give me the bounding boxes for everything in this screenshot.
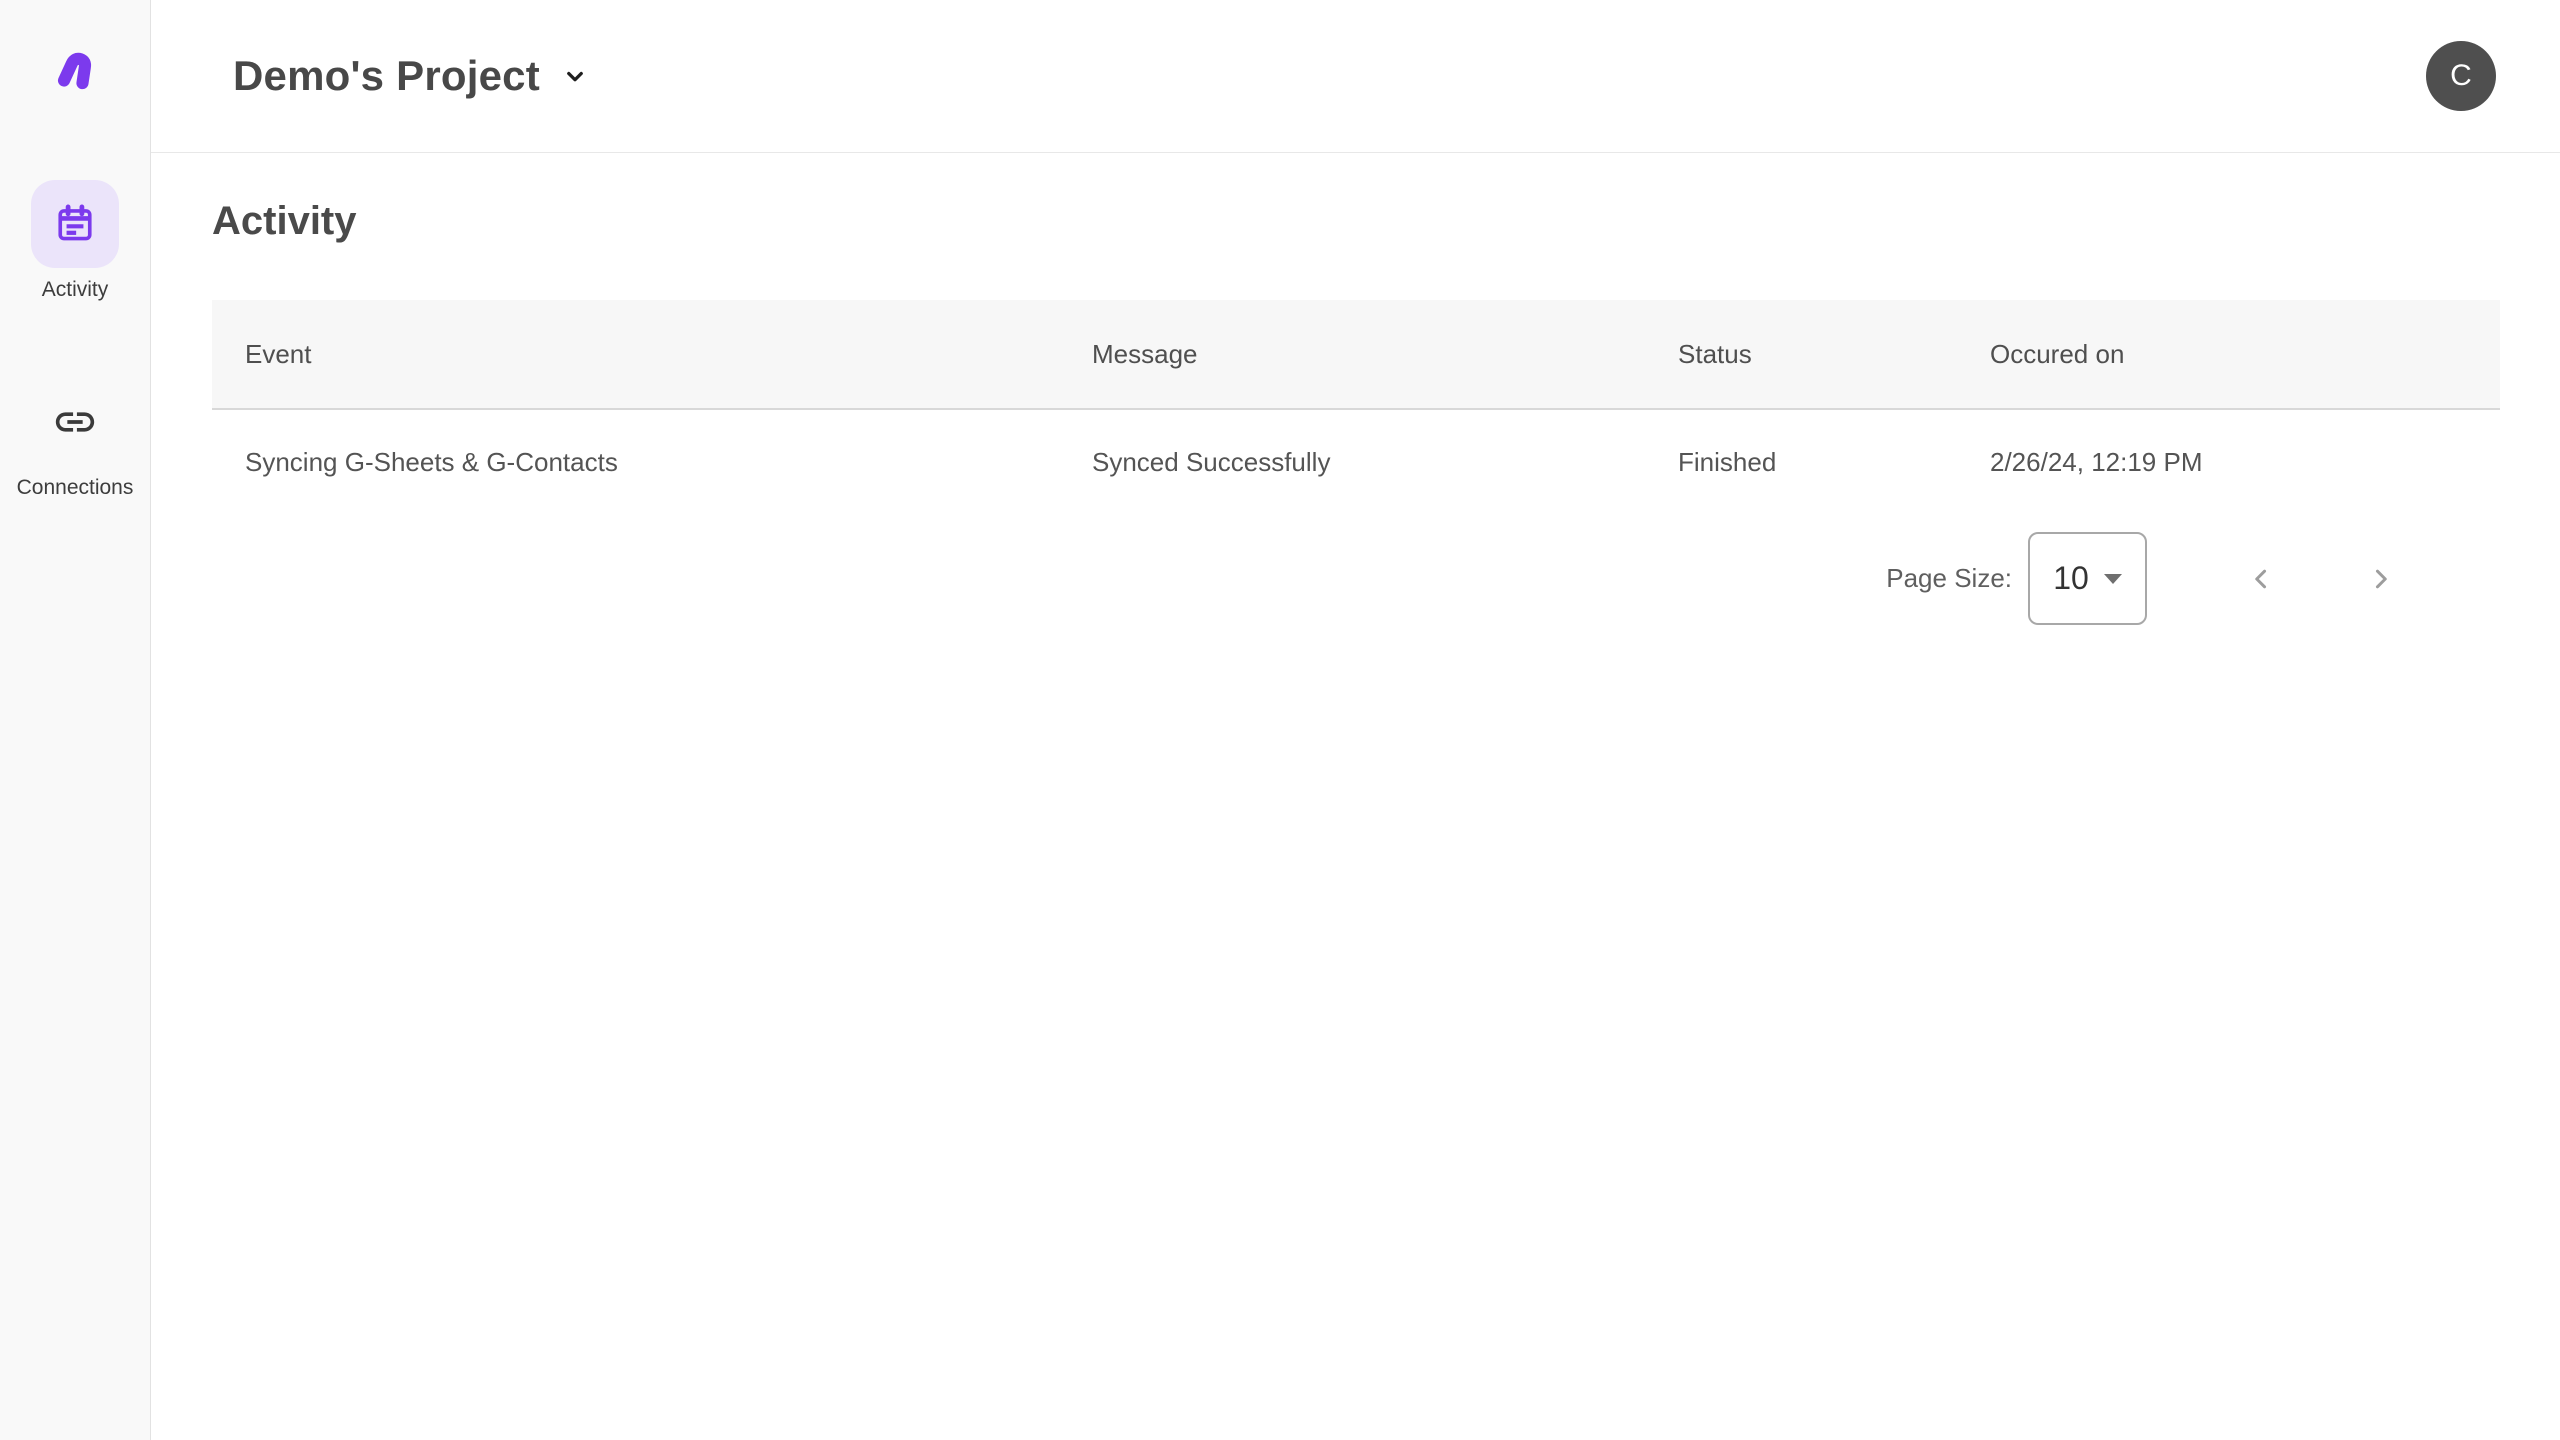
sidebar-item-label: Connections (17, 476, 134, 500)
project-title-text: Demo's Project (233, 52, 540, 100)
cell-message: Synced Successfully (1059, 447, 1645, 478)
column-header-event: Event (212, 339, 1059, 370)
chevron-down-icon (560, 61, 590, 91)
cell-event: Syncing G-Sheets & G-Contacts (212, 447, 1059, 478)
brand-logo-icon (47, 46, 103, 102)
table-header-row: Event Message Status Occured on (212, 300, 2500, 410)
previous-page-button[interactable] (2239, 557, 2283, 601)
project-switcher[interactable]: Demo's Project (233, 52, 590, 100)
app-window: Activity Connections Demo's Project C Ac… (0, 0, 2560, 1440)
table-row[interactable]: Syncing G-Sheets & G-Contacts Synced Suc… (212, 410, 2500, 514)
main-content: Activity Event Message Status Occured on… (151, 153, 2560, 625)
pagination-bar: Page Size: 10 (151, 532, 2439, 625)
chevron-left-icon (2244, 562, 2278, 596)
app-logo[interactable] (47, 46, 103, 102)
activity-table: Event Message Status Occured on Syncing … (212, 300, 2500, 514)
sidebar-item-activity[interactable]: Activity (31, 180, 119, 302)
calendar-icon (52, 201, 98, 247)
page-title: Activity (212, 199, 2560, 244)
column-header-message: Message (1059, 339, 1645, 370)
column-header-occured-on: Occured on (1957, 339, 2500, 370)
sidebar-item-label: Activity (42, 278, 109, 302)
sidebar-item-connections[interactable]: Connections (17, 378, 134, 500)
column-header-status: Status (1645, 339, 1957, 370)
page-size-value: 10 (2053, 560, 2089, 597)
chevron-right-icon (2364, 562, 2398, 596)
top-header: Demo's Project C (151, 0, 2560, 153)
cell-occurred-on: 2/26/24, 12:19 PM (1957, 447, 2500, 478)
user-avatar[interactable]: C (2426, 41, 2496, 111)
cell-status: Finished (1645, 447, 1957, 478)
avatar-initial: C (2450, 59, 2472, 93)
select-caret-icon (2104, 574, 2122, 584)
page-size-select[interactable]: 10 (2028, 532, 2147, 625)
link-icon (52, 399, 98, 445)
sidebar: Activity Connections (0, 0, 151, 1440)
activity-tile[interactable] (31, 180, 119, 268)
page-size-label: Page Size: (1886, 563, 2012, 594)
next-page-button[interactable] (2359, 557, 2403, 601)
connections-tile[interactable] (31, 378, 119, 466)
